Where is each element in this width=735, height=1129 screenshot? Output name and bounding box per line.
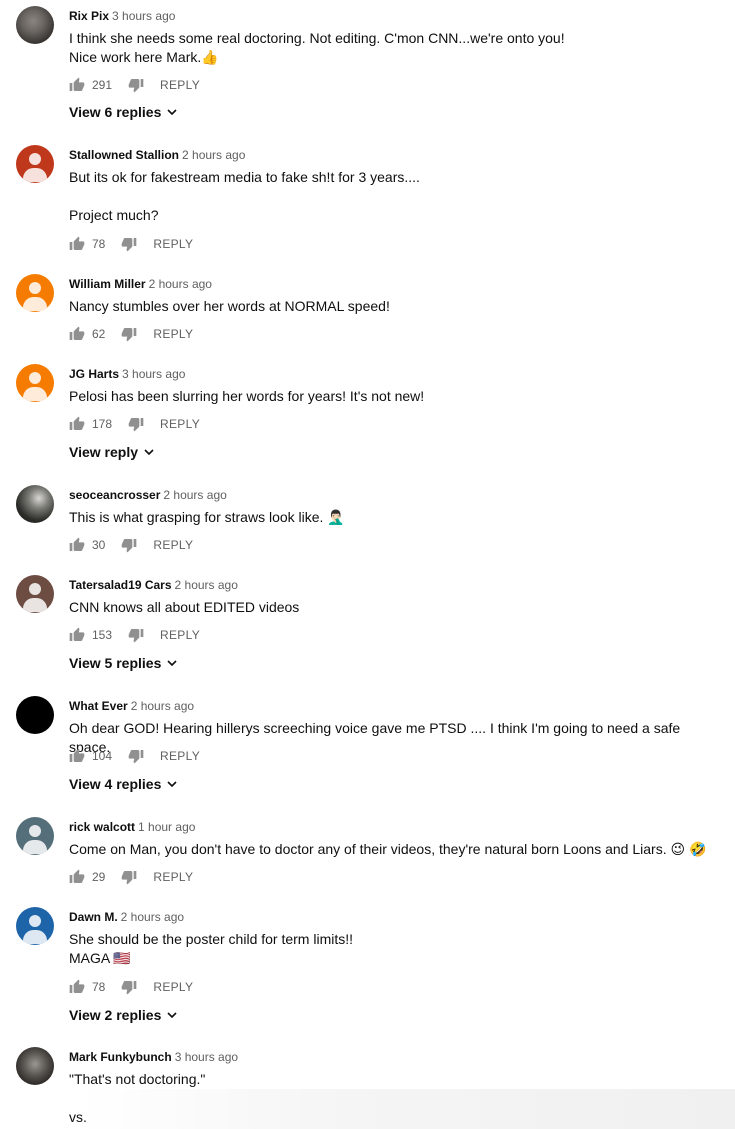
view-replies-button[interactable]: View 4 replies	[69, 775, 178, 793]
comment-author[interactable]: What Ever	[69, 699, 128, 713]
reply-button[interactable]: REPLY	[153, 327, 193, 341]
view-replies-button[interactable]: View 6 replies	[69, 103, 178, 121]
thumb-down-icon[interactable]	[128, 627, 144, 643]
view-replies-button[interactable]: View 5 replies	[69, 654, 178, 672]
like-count: 104	[92, 749, 113, 763]
avatar[interactable]	[16, 907, 54, 945]
view-replies-label: View reply	[69, 444, 139, 460]
thumb-up-icon[interactable]	[69, 979, 85, 995]
avatar[interactable]	[16, 575, 54, 613]
comment-author[interactable]: Stallowned Stallion	[69, 148, 179, 162]
avatar[interactable]	[16, 817, 54, 855]
avatar[interactable]	[16, 145, 54, 183]
comment-author[interactable]: William Miller	[69, 277, 146, 291]
like-count: 178	[92, 417, 113, 431]
comment-time[interactable]: 3 hours ago	[175, 1050, 238, 1064]
like-count: 78	[92, 237, 106, 251]
like-count: 78	[92, 980, 106, 994]
view-replies-button[interactable]: View 2 replies	[69, 1006, 178, 1024]
thumb-down-icon[interactable]	[121, 979, 137, 995]
thumb-down-icon[interactable]	[121, 869, 137, 885]
view-replies-label: View 4 replies	[69, 776, 162, 792]
comment-author[interactable]: rick walcott	[69, 820, 135, 834]
avatar[interactable]	[16, 696, 54, 734]
thumb-down-icon[interactable]	[128, 748, 144, 764]
reply-button[interactable]: REPLY	[160, 78, 200, 92]
thumb-up-icon[interactable]	[69, 236, 85, 252]
avatar[interactable]	[16, 485, 54, 523]
reply-button[interactable]: REPLY	[160, 417, 200, 431]
like-count: 62	[92, 327, 106, 341]
comment-time[interactable]: 2 hours ago	[163, 488, 226, 502]
thumb-down-icon[interactable]	[121, 326, 137, 342]
comment-author[interactable]: seoceancrosser	[69, 488, 160, 502]
comment-text: I think she needs some real doctoring. N…	[69, 30, 565, 65]
chevron-down-icon	[167, 781, 177, 788]
thumb-up-icon[interactable]	[69, 869, 85, 885]
thumb-up-icon[interactable]	[69, 537, 85, 553]
chevron-down-icon	[167, 109, 177, 116]
comment-time[interactable]: 2 hours ago	[175, 578, 238, 592]
avatar[interactable]	[16, 1047, 54, 1085]
comment-time[interactable]: 2 hours ago	[149, 277, 212, 291]
comment-time[interactable]: 2 hours ago	[121, 910, 184, 924]
like-count: 30	[92, 538, 106, 552]
like-count: 29	[92, 870, 106, 884]
comment-text: Come on Man, you don't have to doctor an…	[69, 841, 707, 857]
comment-author[interactable]: JG Harts	[69, 367, 119, 381]
comment-text: But its ok for fakestream media to fake …	[69, 169, 420, 223]
like-count: 291	[92, 78, 113, 92]
avatar[interactable]	[16, 6, 54, 44]
comment-text: This is what grasping for straws look li…	[69, 509, 345, 525]
comment-text: CNN knows all about EDITED videos	[69, 599, 300, 615]
chevron-down-icon	[167, 1012, 177, 1019]
view-replies-label: View 5 replies	[69, 655, 162, 671]
comment-text: Nancy stumbles over her words at NORMAL …	[69, 298, 390, 314]
reply-button[interactable]: REPLY	[153, 538, 193, 552]
thumb-up-icon[interactable]	[69, 748, 85, 764]
thumb-down-icon[interactable]	[121, 537, 137, 553]
comment-time[interactable]: 3 hours ago	[122, 367, 185, 381]
comment-author[interactable]: Rix Pix	[69, 9, 109, 23]
thumb-up-icon[interactable]	[69, 627, 85, 643]
like-count: 153	[92, 628, 113, 642]
comment-time[interactable]: 2 hours ago	[182, 148, 245, 162]
chevron-down-icon	[167, 660, 177, 667]
view-replies-label: View 2 replies	[69, 1007, 162, 1023]
comment-text: Pelosi has been slurring her words for y…	[69, 388, 425, 404]
reply-button[interactable]: REPLY	[153, 980, 193, 994]
comment-text: "That's not doctoring." vs.	[69, 1071, 206, 1125]
avatar[interactable]	[16, 274, 54, 312]
thumb-up-icon[interactable]	[69, 77, 85, 93]
avatar[interactable]	[16, 364, 54, 402]
comment-time[interactable]: 2 hours ago	[131, 699, 194, 713]
view-replies-label: View 6 replies	[69, 104, 162, 120]
thumb-down-icon[interactable]	[128, 416, 144, 432]
comment-time[interactable]: 3 hours ago	[112, 9, 175, 23]
reply-button[interactable]: REPLY	[153, 870, 193, 884]
reply-button[interactable]: REPLY	[160, 628, 200, 642]
thumb-down-icon[interactable]	[128, 77, 144, 93]
thumb-down-icon[interactable]	[121, 236, 137, 252]
reply-button[interactable]: REPLY	[160, 749, 200, 763]
chevron-down-icon	[144, 449, 154, 456]
comment-text: She should be the poster child for term …	[69, 931, 354, 966]
reply-button[interactable]: REPLY	[153, 237, 193, 251]
thumb-up-icon[interactable]	[69, 326, 85, 342]
comment-author[interactable]: Dawn M.	[69, 910, 118, 924]
comment-time[interactable]: 1 hour ago	[138, 820, 195, 834]
thumb-up-icon[interactable]	[69, 416, 85, 432]
view-replies-button[interactable]: View reply	[69, 443, 155, 461]
comment-author[interactable]: Mark Funkybunch	[69, 1050, 172, 1064]
comment-author[interactable]: Tatersalad19 Cars	[69, 578, 172, 592]
